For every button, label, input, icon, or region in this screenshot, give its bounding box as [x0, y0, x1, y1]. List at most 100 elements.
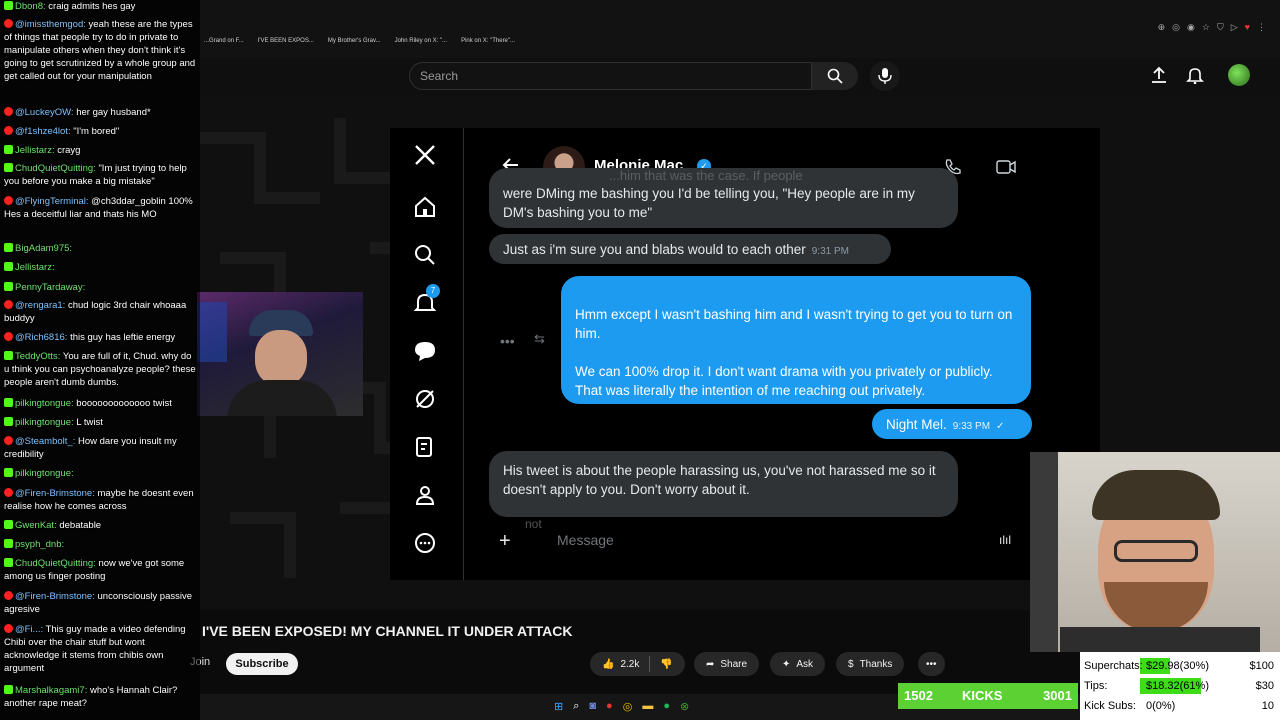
- chat-message: pilkingtongue: L twist: [4, 416, 198, 429]
- share-button[interactable]: ➦ Share: [694, 652, 760, 676]
- bookmark[interactable]: Pink on X: "There"...: [461, 38, 515, 52]
- more-options-icon[interactable]: [412, 530, 438, 556]
- ask-button[interactable]: ✦ Ask: [770, 652, 826, 676]
- chat-username[interactable]: ChudQuietQuitting:: [15, 558, 98, 569]
- chat-username[interactable]: PennyTardaway:: [15, 282, 85, 293]
- youtube-badge-icon: [4, 126, 13, 135]
- chat-message: @Rich6816: this guy has leftie energy: [4, 331, 198, 344]
- bookmark[interactable]: John Riley on X: "...: [395, 38, 448, 52]
- message-incoming[interactable]: His tweet is about the people harassing …: [489, 451, 958, 517]
- extension-icon[interactable]: ◉: [1187, 22, 1195, 33]
- chat-username[interactable]: @f1shze4lot:: [15, 126, 73, 137]
- chat-message: @Fi...: This guy made a video defending …: [4, 623, 198, 675]
- chat-message: @imissthemgod: yeah these are the types …: [4, 18, 198, 83]
- message-text: Night Mel.: [886, 417, 947, 432]
- more-icon: •••: [926, 658, 937, 670]
- windows-start-icon[interactable]: ⊞: [554, 700, 563, 713]
- taskbar-search-icon[interactable]: ⌕: [573, 700, 579, 713]
- chat-username[interactable]: TeddyOtts:: [15, 351, 63, 362]
- file-explorer-icon[interactable]: ▬: [642, 700, 653, 713]
- home-icon[interactable]: [412, 194, 438, 220]
- chat-username[interactable]: @imissthemgod:: [15, 19, 89, 30]
- message-outgoing[interactable]: Hmm except I wasn't bashing him and I wa…: [561, 276, 1031, 404]
- message-outgoing[interactable]: Night Mel. 9:33 PM ✓: [872, 409, 1032, 439]
- kick-badge-icon: [4, 539, 13, 548]
- notifications-bell-icon[interactable]: [1186, 66, 1204, 84]
- menu-icon[interactable]: ⋮: [1257, 22, 1266, 33]
- share-label: Share: [720, 658, 748, 670]
- message-input[interactable]: Message: [557, 532, 614, 548]
- chat-username[interactable]: @Rich6816:: [15, 332, 70, 343]
- heart-icon[interactable]: ♥: [1245, 22, 1250, 33]
- search-button[interactable]: [812, 62, 858, 90]
- bookmark[interactable]: ...Grand on F...: [204, 38, 244, 52]
- donation-goal-row: Kick Subs: 0(0%) 10: [1084, 698, 1276, 716]
- chat-username[interactable]: pilkingtongue:: [15, 468, 74, 479]
- bookmark-star-icon[interactable]: ☆: [1202, 22, 1210, 33]
- spotify-icon[interactable]: ●: [663, 700, 670, 713]
- chat-username[interactable]: @Firen-Brimstone:: [15, 488, 98, 499]
- chat-username[interactable]: Marshalkagami7:: [15, 685, 90, 696]
- message-incoming[interactable]: were DMing me bashing you I'd be telling…: [489, 168, 958, 228]
- bookmarks-bar: ...Grand on F... I'VE BEEN EXPOS... My B…: [200, 38, 515, 52]
- kick-goal-label: KICKS: [962, 688, 1003, 703]
- extension-icon[interactable]: ◎: [1172, 22, 1180, 33]
- chat-username[interactable]: psyph_dnb:: [15, 539, 64, 550]
- messages-icon[interactable]: [412, 338, 438, 364]
- youtube-badge-icon: [4, 488, 13, 497]
- explore-search-icon[interactable]: [412, 242, 438, 268]
- voice-message-icon[interactable]: ılıl: [999, 533, 1011, 547]
- message-time: 9:31 PM: [811, 246, 849, 257]
- chat-username[interactable]: BigAdam975:: [15, 243, 72, 254]
- chat-text: "I'm bored": [73, 126, 120, 137]
- subscribe-button[interactable]: Subscribe: [226, 653, 298, 675]
- chat-username[interactable]: Dbon8:: [15, 1, 48, 12]
- chat-username[interactable]: pilkingtongue:: [15, 417, 76, 428]
- chat-username[interactable]: @rengara1:: [15, 300, 68, 311]
- lists-icon[interactable]: [412, 434, 438, 460]
- chat-username[interactable]: @FlyingTerminal:: [15, 196, 91, 207]
- chat-username[interactable]: Jellistarz:: [15, 262, 55, 273]
- chat-username[interactable]: @Steambolt_:: [15, 436, 78, 447]
- profile-icon[interactable]: [412, 482, 438, 508]
- chat-username[interactable]: GwenKat:: [15, 520, 59, 531]
- chrome-icon[interactable]: ◎: [623, 700, 633, 713]
- chat-message: @f1shze4lot: "I'm bored": [4, 125, 198, 138]
- notification-count-badge: 7: [426, 284, 440, 298]
- x-logo-icon[interactable]: [412, 142, 438, 168]
- bookmark[interactable]: I'VE BEEN EXPOS...: [258, 38, 314, 52]
- like-button[interactable]: 👍 2.2k 👎: [590, 652, 685, 676]
- message-incoming[interactable]: Just as i'm sure you and blabs would to …: [489, 234, 891, 264]
- chat-username[interactable]: ChudQuietQuitting:: [15, 163, 98, 174]
- chat-username[interactable]: @Fi...:: [15, 624, 46, 635]
- add-attachment-icon[interactable]: +: [499, 530, 511, 553]
- thanks-button[interactable]: $ Thanks: [836, 652, 905, 676]
- video-call-icon[interactable]: [996, 159, 1016, 175]
- play-icon[interactable]: ▷: [1231, 22, 1238, 33]
- chat-text: L twist: [76, 417, 103, 428]
- notifications-icon[interactable]: 7: [412, 284, 440, 316]
- more-actions-button[interactable]: •••: [918, 652, 945, 676]
- upload-icon[interactable]: [1150, 66, 1168, 84]
- thumbs-down-icon[interactable]: 👎: [660, 659, 672, 670]
- obs-icon[interactable]: ●: [606, 700, 613, 713]
- zoom-icon[interactable]: ⊕: [1158, 22, 1166, 33]
- nav-divider: [463, 128, 464, 580]
- voice-search-button[interactable]: [870, 61, 900, 91]
- chat-username[interactable]: @Firen-Brimstone:: [15, 591, 98, 602]
- shield-icon[interactable]: ⛉: [1217, 22, 1224, 33]
- grok-icon[interactable]: [412, 386, 438, 412]
- message-react-icon[interactable]: ⇆: [534, 331, 545, 347]
- search-input[interactable]: Search: [409, 62, 812, 90]
- discord-icon[interactable]: ◙: [589, 700, 596, 713]
- message-more-icon[interactable]: •••: [500, 333, 515, 349]
- account-avatar[interactable]: [1228, 64, 1250, 86]
- kick-goal-bar: 1502 KICKS 3001: [898, 683, 1078, 709]
- youtube-badge-icon: [4, 436, 13, 445]
- sparkle-icon: ✦: [782, 658, 791, 670]
- chat-username[interactable]: @LuckeyOW:: [15, 107, 76, 118]
- chat-username[interactable]: pilkingtongue:: [15, 398, 76, 409]
- bookmark[interactable]: My Brother's Grav...: [328, 38, 381, 52]
- chat-username[interactable]: Jellistarz:: [15, 145, 57, 156]
- xbox-icon[interactable]: ⊗: [680, 700, 689, 713]
